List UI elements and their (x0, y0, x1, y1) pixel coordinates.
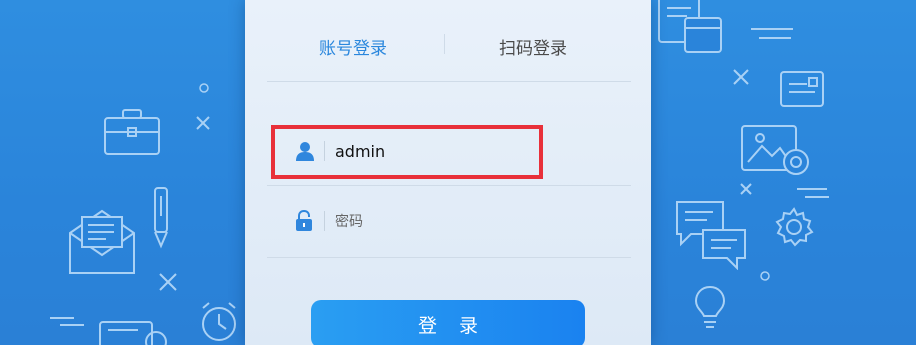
x-decoration-icon (739, 182, 753, 196)
alarm-clock-icon (199, 300, 239, 345)
dash-lines-icon (50, 315, 86, 329)
tab-divider (444, 34, 445, 54)
login-tabs: 账号登录 扫码登录 (267, 0, 631, 82)
x-decoration-icon (195, 115, 211, 131)
x-decoration-icon (158, 272, 178, 292)
lightbulb-icon (693, 284, 727, 330)
chat-bubbles-icon (673, 198, 749, 270)
id-card-icon (779, 70, 825, 108)
password-field (267, 186, 631, 258)
dash-lines-icon (797, 186, 831, 202)
circle-decoration-icon (759, 270, 771, 282)
lock-icon (295, 209, 313, 236)
dash-lines-icon (751, 26, 797, 44)
login-button[interactable]: 登录 (311, 300, 585, 345)
envelope-icon (66, 205, 138, 277)
pen-icon (150, 186, 172, 250)
x-decoration-icon (732, 68, 750, 86)
background-decoration-left (0, 0, 245, 345)
gear-icon (773, 206, 815, 248)
document-icon (98, 318, 170, 345)
tab-qrcode-login[interactable]: 扫码登录 (499, 34, 567, 59)
background-decoration-right (651, 0, 916, 345)
tab-account-login[interactable]: 账号登录 (319, 34, 387, 59)
username-highlight-box (271, 125, 543, 179)
briefcase-icon (103, 108, 161, 156)
password-input[interactable] (335, 208, 615, 236)
circle-decoration-icon (198, 82, 210, 94)
documents-stack-icon (657, 0, 725, 56)
image-settings-icon (740, 124, 816, 180)
password-separator (324, 211, 325, 231)
